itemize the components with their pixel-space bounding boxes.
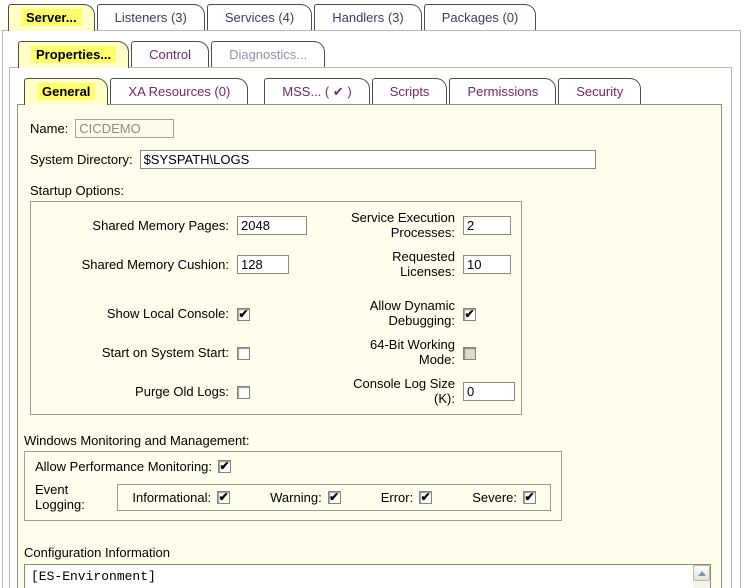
tab-packages[interactable]: Packages (0) [424, 4, 537, 30]
event-logging-label: Event Logging: [35, 482, 103, 512]
show-local-console-checkbox[interactable]: ✔ [237, 308, 250, 321]
purge-old-logs-label: Purge Old Logs: [39, 384, 229, 399]
scroll-up-button[interactable] [693, 565, 710, 581]
error-label: Error: [381, 490, 414, 505]
warning-checkbox[interactable]: ✔ [328, 491, 341, 504]
monitoring-group: Allow Performance Monitoring: ✔ Event Lo… [24, 451, 562, 521]
tab-diagnostics[interactable]: Diagnostics... [211, 41, 325, 67]
properties-tab-content: General XA Resources (0) MSS... ( ✔ ) Sc… [9, 67, 732, 588]
shared-memory-pages-input[interactable] [237, 216, 307, 235]
service-execution-processes-label: Service Execution Processes: [341, 210, 455, 240]
performance-monitoring-label: Allow Performance Monitoring: [35, 459, 212, 474]
tab-permissions[interactable]: Permissions [449, 78, 556, 104]
configuration-information-title: Configuration Information [24, 545, 715, 560]
server-tab-content: Properties... Control Diagnostics... Gen… [2, 30, 741, 588]
tab-handlers[interactable]: Handlers (3) [314, 4, 422, 30]
start-on-system-start-checkbox[interactable] [237, 347, 250, 360]
64bit-working-mode-label: 64-Bit Working Mode: [341, 337, 455, 367]
console-log-size-input[interactable] [463, 382, 515, 401]
tab-services[interactable]: Services (4) [207, 4, 312, 30]
textarea-scrollbar[interactable] [693, 565, 710, 588]
service-execution-processes-input[interactable] [463, 216, 511, 235]
tab-security[interactable]: Security [558, 78, 641, 104]
chevron-up-icon [698, 571, 706, 576]
purge-old-logs-checkbox[interactable] [237, 386, 250, 399]
shared-memory-pages-label: Shared Memory Pages: [39, 218, 229, 233]
allow-dynamic-debugging-checkbox[interactable]: ✔ [463, 308, 476, 321]
general-tab-bar: General XA Resources (0) MSS... ( ✔ ) Sc… [24, 78, 731, 104]
general-panel: Name: System Directory: Startup Options:… [17, 104, 722, 588]
shared-memory-cushion-label: Shared Memory Cushion: [39, 257, 229, 272]
system-directory-input[interactable] [140, 150, 596, 169]
requested-licenses-label: Requested Licenses: [341, 249, 455, 279]
startup-options-title: Startup Options: [30, 183, 715, 198]
tab-general[interactable]: General [24, 78, 108, 105]
performance-monitoring-checkbox[interactable]: ✔ [218, 460, 231, 473]
informational-checkbox[interactable]: ✔ [217, 491, 230, 504]
system-directory-row: System Directory: [30, 150, 715, 169]
shared-memory-cushion-input[interactable] [237, 255, 289, 274]
tab-scripts[interactable]: Scripts [372, 78, 448, 104]
properties-tab-bar: Properties... Control Diagnostics... [18, 41, 740, 67]
requested-licenses-input[interactable] [463, 255, 511, 274]
tab-mss[interactable]: MSS... ( ✔ ) [264, 78, 369, 104]
performance-monitoring-row: Allow Performance Monitoring: ✔ [35, 459, 551, 474]
system-directory-label: System Directory: [30, 152, 133, 167]
informational-label: Informational: [132, 490, 211, 505]
name-row: Name: [30, 119, 715, 138]
severe-label: Severe: [472, 490, 517, 505]
event-logging-row: Event Logging: Informational: ✔ Warning:… [35, 482, 551, 512]
64bit-working-mode-checkbox [463, 347, 476, 360]
tab-xa-resources[interactable]: XA Resources (0) [110, 78, 248, 104]
warning-label: Warning: [270, 490, 322, 505]
severe-checkbox[interactable]: ✔ [523, 491, 536, 504]
es-admin-screen: Server... Listeners (3) Services (4) Han… [0, 0, 750, 588]
event-logging-group: Informational: ✔ Warning: ✔ Error: ✔ [117, 484, 551, 511]
tab-control[interactable]: Control [131, 41, 209, 67]
configuration-information-field: [ES-Environment] SYSPATH=D:DEMO2ES_CICS … [24, 564, 711, 588]
allow-dynamic-debugging-label: Allow Dynamic Debugging: [341, 298, 455, 328]
show-local-console-label: Show Local Console: [39, 306, 229, 321]
error-checkbox[interactable]: ✔ [419, 491, 432, 504]
startup-options-group: Shared Memory Pages: Service Execution P… [30, 201, 522, 415]
tab-server[interactable]: Server... [8, 4, 95, 31]
start-on-system-start-label: Start on System Start: [39, 345, 229, 360]
tab-properties[interactable]: Properties... [18, 41, 129, 68]
name-input [75, 119, 174, 138]
console-log-size-label: Console Log Size (K): [341, 376, 455, 406]
configuration-information-textarea[interactable]: [ES-Environment] SYSPATH=D:DEMO2ES_CICS … [24, 564, 711, 588]
tab-listeners[interactable]: Listeners (3) [97, 4, 205, 30]
name-label: Name: [30, 121, 68, 136]
server-tab-bar: Server... Listeners (3) Services (4) Han… [8, 4, 750, 30]
monitoring-title: Windows Monitoring and Management: [24, 433, 715, 448]
